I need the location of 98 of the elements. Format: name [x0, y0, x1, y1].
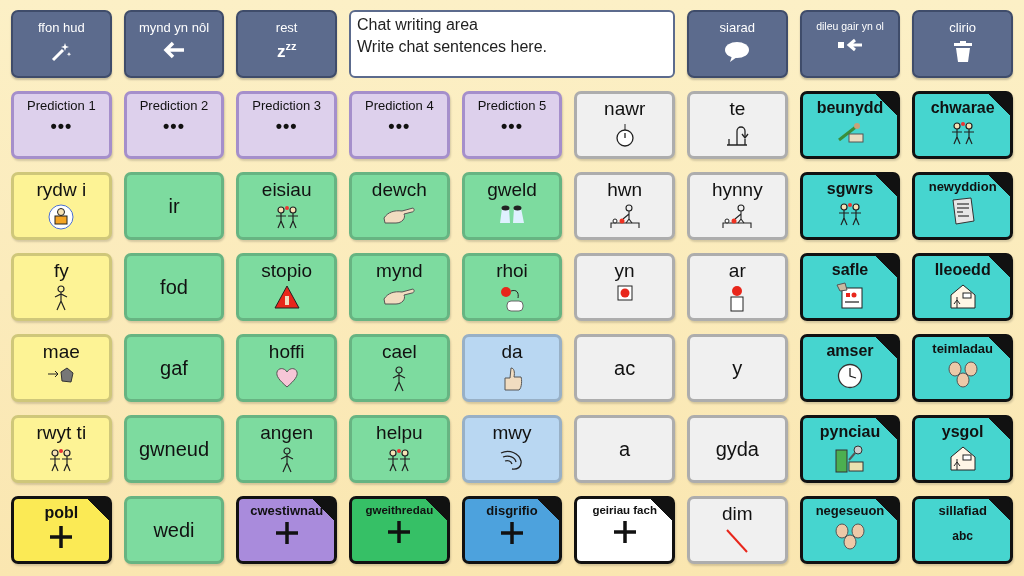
- figure-at-table-icon: [608, 203, 641, 230]
- word-button[interactable]: mae: [11, 334, 112, 402]
- word-button[interactable]: da: [461, 334, 563, 402]
- folder-button[interactable]: sillafiad abc: [912, 496, 1013, 564]
- folder-button[interactable]: pynciau: [799, 415, 901, 483]
- magic-wand-icon: [50, 41, 73, 63]
- word-button[interactable]: angen: [236, 415, 337, 483]
- eyes-icon: [498, 203, 526, 226]
- word-button[interactable]: rhoi: [461, 253, 563, 321]
- delete-word-icon: [837, 38, 863, 52]
- word-button[interactable]: cael: [349, 334, 450, 402]
- chat-title: Chat writing area: [357, 16, 479, 34]
- ellipsis-text: •••: [388, 116, 411, 138]
- book-and-key-icon: [834, 443, 866, 474]
- ellipsis-text: •••: [275, 116, 298, 138]
- word-button[interactable]: y: [687, 334, 788, 402]
- toolbar-button[interactable]: clirio: [912, 10, 1013, 78]
- word-button[interactable]: a: [574, 415, 675, 483]
- word-button[interactable]: hynny: [687, 172, 788, 240]
- prediction-button[interactable]: Prediction 4 •••: [349, 91, 450, 159]
- slash-icon: [725, 527, 750, 554]
- word-button[interactable]: rydw i: [11, 172, 112, 240]
- chat-field[interactable]: Chat writing area Write chat sentences here.: [349, 10, 675, 78]
- faces-icon: [833, 521, 867, 552]
- word-button[interactable]: mwy: [461, 415, 563, 483]
- word-button[interactable]: gweld: [461, 172, 563, 240]
- document-icon: [836, 281, 864, 310]
- folder-button[interactable]: disgrifio: [461, 496, 563, 564]
- trash-icon: [952, 41, 973, 63]
- word-button[interactable]: wedi: [123, 496, 225, 564]
- folder-button[interactable]: negeseuon: [799, 496, 901, 564]
- folder-button[interactable]: amser: [799, 334, 901, 402]
- thumbs-up-icon: [501, 365, 523, 392]
- caption-text: abc: [952, 529, 973, 544]
- folder-button[interactable]: ysgol: [912, 415, 1013, 483]
- ellipsis-text: •••: [50, 116, 73, 138]
- clock-icon: [837, 362, 863, 389]
- placeholder-text: Write chat sentences here.: [357, 38, 548, 56]
- stopwatch-icon: [614, 122, 635, 147]
- word-button[interactable]: gaf: [123, 334, 225, 402]
- folder-button[interactable]: chwarae: [912, 91, 1013, 159]
- folder-button[interactable]: gweithredau: [349, 496, 450, 564]
- ellipsis-text: •••: [501, 116, 523, 138]
- word-button[interactable]: helpu: [349, 415, 450, 483]
- word-button[interactable]: rwyt ti: [11, 415, 112, 483]
- word-button[interactable]: mynd: [349, 253, 450, 321]
- folder-button[interactable]: lleoedd: [912, 253, 1013, 321]
- newspaper-icon: [949, 197, 976, 226]
- toolbar-button[interactable]: mynd yn nôl: [123, 10, 225, 78]
- toolbar-button[interactable]: ffon hud: [11, 10, 112, 78]
- prediction-button[interactable]: Prediction 5 •••: [461, 91, 563, 159]
- folder-button[interactable]: newyddion: [912, 172, 1013, 240]
- plus-icon: [274, 521, 299, 546]
- prediction-button[interactable]: Prediction 2 •••: [123, 91, 225, 159]
- folder-button[interactable]: safle: [799, 253, 901, 321]
- dot-in-square-icon: [616, 284, 633, 301]
- people-icon: [836, 200, 864, 227]
- word-button[interactable]: eisiau: [236, 172, 337, 240]
- plus-icon: [500, 521, 524, 546]
- word-button[interactable]: ir: [123, 172, 225, 240]
- heart-icon: [274, 365, 299, 388]
- word-button[interactable]: dim: [687, 496, 788, 564]
- word-button[interactable]: dewch: [349, 172, 450, 240]
- word-button[interactable]: te: [687, 91, 788, 159]
- plus-icon: [387, 519, 412, 544]
- word-button[interactable]: nawr: [574, 91, 675, 159]
- word-button[interactable]: gyda: [687, 415, 788, 483]
- word-button[interactable]: ar: [687, 253, 788, 321]
- folder-button[interactable]: pobl: [11, 496, 112, 564]
- stop-warning-icon: [273, 284, 300, 309]
- folder-button[interactable]: beunydd: [799, 91, 901, 159]
- arrow-left-icon: [162, 41, 186, 59]
- word-button[interactable]: hwn: [574, 172, 675, 240]
- plus-icon: [49, 524, 74, 549]
- ellipsis-text: •••: [163, 116, 185, 138]
- prediction-button[interactable]: Prediction 3 •••: [236, 91, 337, 159]
- plus-icon: [612, 519, 637, 544]
- folder-button[interactable]: geiriau fach: [574, 496, 675, 564]
- toolbar-button[interactable]: dileu gair yn ol: [799, 10, 901, 78]
- arrow-to-shape-icon: [47, 365, 76, 384]
- folder-button[interactable]: sgwrs: [799, 172, 901, 240]
- prediction-button[interactable]: Prediction 1 •••: [11, 91, 112, 159]
- word-button[interactable]: yn: [574, 253, 675, 321]
- word-button[interactable]: fod: [123, 253, 225, 321]
- ball-and-box-icon: [499, 284, 525, 313]
- word-button[interactable]: ac: [574, 334, 675, 402]
- word-button[interactable]: gwneud: [123, 415, 225, 483]
- word-button[interactable]: hoffi: [236, 334, 337, 402]
- speech-bubble-icon: [724, 41, 751, 63]
- word-button[interactable]: fy: [11, 253, 112, 321]
- folder-button[interactable]: cwestiwnau: [236, 496, 337, 564]
- figure-at-table-icon: [721, 203, 754, 230]
- faces-icon: [945, 359, 980, 390]
- person-icon: [48, 203, 75, 230]
- folder-button[interactable]: teimladau: [912, 334, 1013, 402]
- word-button[interactable]: stopio: [236, 253, 337, 321]
- toolbar-button[interactable]: siarad: [687, 10, 788, 78]
- dot-on-box-icon: [729, 284, 746, 313]
